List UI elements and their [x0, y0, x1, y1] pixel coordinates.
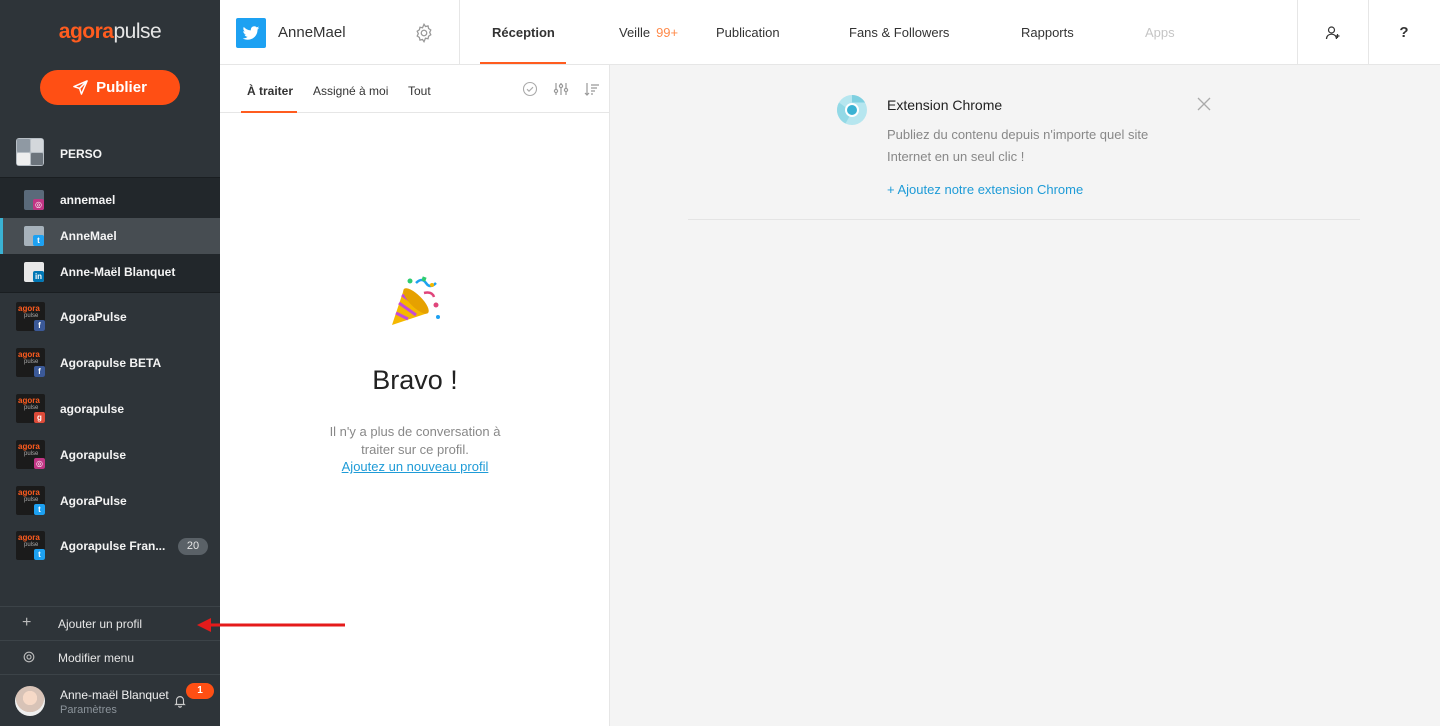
- account-avatar: agora pulse t: [16, 486, 45, 515]
- facebook-icon: f: [34, 320, 45, 331]
- account-avatar: agora pulse f: [16, 302, 45, 331]
- add-user-icon: [1325, 25, 1340, 39]
- notification-badge: 1: [186, 683, 214, 699]
- chrome-extension-card: Extension Chrome Publiez du contenu depu…: [688, 78, 1360, 220]
- party-popper-icon: [392, 276, 440, 325]
- sidebar-item-agorapulse-instagram[interactable]: agora pulse ◎ Agorapulse: [0, 432, 220, 478]
- app-logo[interactable]: agorapulse: [0, 20, 220, 44]
- twitter-icon: t: [34, 504, 45, 515]
- facebook-icon: f: [34, 366, 45, 377]
- close-icon[interactable]: [1196, 96, 1212, 112]
- avatar: [15, 686, 45, 716]
- sidebar-item-agorapulse-twitter[interactable]: agora pulse t AgoraPulse: [0, 478, 220, 524]
- top-header: AnneMael Réception Veille 99+ Publication…: [220, 0, 1440, 65]
- sidebar-item-agorapulse-beta[interactable]: agora pulse f Agorapulse BETA: [0, 340, 220, 386]
- twitter-icon: [236, 18, 266, 48]
- filter-sliders-icon[interactable]: [553, 81, 569, 97]
- inbox-tabs: À traiter Assigné à moi Tout: [220, 65, 610, 113]
- account-avatar: agora pulse g: [16, 394, 45, 423]
- sort-icon[interactable]: [584, 81, 600, 97]
- active-tab-indicator: [241, 111, 297, 113]
- edit-menu-button[interactable]: Modifier menu: [0, 640, 220, 674]
- tab-reception[interactable]: Réception: [492, 25, 555, 40]
- group-avatar: [16, 138, 44, 166]
- google-plus-icon: g: [34, 412, 45, 423]
- help-button[interactable]: ?: [1369, 0, 1439, 65]
- tab-apps[interactable]: Apps: [1145, 25, 1175, 40]
- user-menu[interactable]: Anne-maël Blanquet Paramètres: [0, 674, 220, 726]
- sidebar-item-annemael-instagram[interactable]: ◎ annemael: [0, 182, 220, 218]
- instagram-icon: ◎: [33, 199, 44, 210]
- profile-name: AnneMael: [278, 24, 346, 41]
- account-avatar: agora pulse ◎: [16, 440, 45, 469]
- tab-tout[interactable]: Tout: [408, 84, 431, 98]
- add-profile-button[interactable]: + Ajouter un profil: [0, 606, 220, 640]
- profile-settings-gear-icon[interactable]: [413, 22, 435, 44]
- account-avatar: agora pulse f: [16, 348, 45, 377]
- annotation-arrow: [197, 618, 345, 632]
- add-chrome-extension-link[interactable]: + Ajoutez notre extension Chrome: [887, 182, 1083, 197]
- card-description: Publiez du contenu depuis n'importe quel…: [887, 127, 1149, 164]
- divider: [459, 0, 460, 65]
- linkedin-icon: in: [33, 271, 44, 282]
- tab-fans-followers[interactable]: Fans & Followers: [849, 25, 949, 40]
- tab-publication[interactable]: Publication: [716, 25, 780, 40]
- twitter-icon: t: [33, 235, 44, 246]
- empty-state-title: Bravo !: [372, 365, 458, 395]
- chrome-icon: [837, 95, 867, 125]
- twitter-icon: t: [34, 549, 45, 560]
- group-label: PERSO: [60, 147, 103, 161]
- sidebar-item-annemael-twitter[interactable]: t AnneMael: [0, 218, 220, 254]
- account-avatar: agora pulse t: [16, 531, 45, 560]
- active-tab-indicator: [480, 62, 566, 64]
- card-title: Extension Chrome: [887, 97, 1003, 113]
- profile-subgroup: ◎ annemael t AnneMael in Anne-Maël Blanq…: [0, 177, 220, 293]
- invite-user-button[interactable]: [1298, 0, 1368, 65]
- profile-avatar: ◎: [24, 190, 44, 210]
- sidebar-item-agorapulse-france[interactable]: agora pulse t Agorapulse Fran... 20: [0, 523, 220, 569]
- tab-a-traiter[interactable]: À traiter: [247, 84, 293, 98]
- plus-icon: +: [22, 614, 32, 631]
- profile-avatar: in: [24, 262, 44, 282]
- sidebar-item-agorapulse-googleplus[interactable]: agora pulse g agorapulse: [0, 386, 220, 432]
- tab-veille[interactable]: Veille 99+: [619, 25, 678, 40]
- unread-count-badge: 20: [178, 538, 208, 555]
- publish-button[interactable]: Publier: [40, 70, 180, 105]
- tab-assigne-a-moi[interactable]: Assigné à moi: [313, 84, 388, 98]
- bell-icon[interactable]: [173, 694, 187, 708]
- sidebar: agorapulse Publier PERSO ◎ annemael t An…: [0, 0, 220, 726]
- sidebar-item-agorapulse-facebook[interactable]: agora pulse f AgoraPulse: [0, 294, 220, 340]
- veille-count-badge: 99+: [656, 25, 679, 40]
- instagram-icon: ◎: [34, 458, 45, 469]
- tab-rapports[interactable]: Rapports: [1021, 25, 1074, 40]
- empty-state-text: Il n'y a plus de conversation à traiter …: [329, 424, 501, 457]
- profile-avatar: t: [24, 226, 44, 246]
- check-circle-icon[interactable]: [522, 81, 538, 97]
- profile-group-perso[interactable]: PERSO: [0, 130, 220, 176]
- gear-icon: [23, 651, 35, 663]
- sidebar-item-anne-mael-linkedin[interactable]: in Anne-Maël Blanquet: [0, 254, 220, 290]
- add-new-profile-link[interactable]: Ajoutez un nouveau profil: [220, 459, 610, 474]
- send-icon: [73, 80, 88, 95]
